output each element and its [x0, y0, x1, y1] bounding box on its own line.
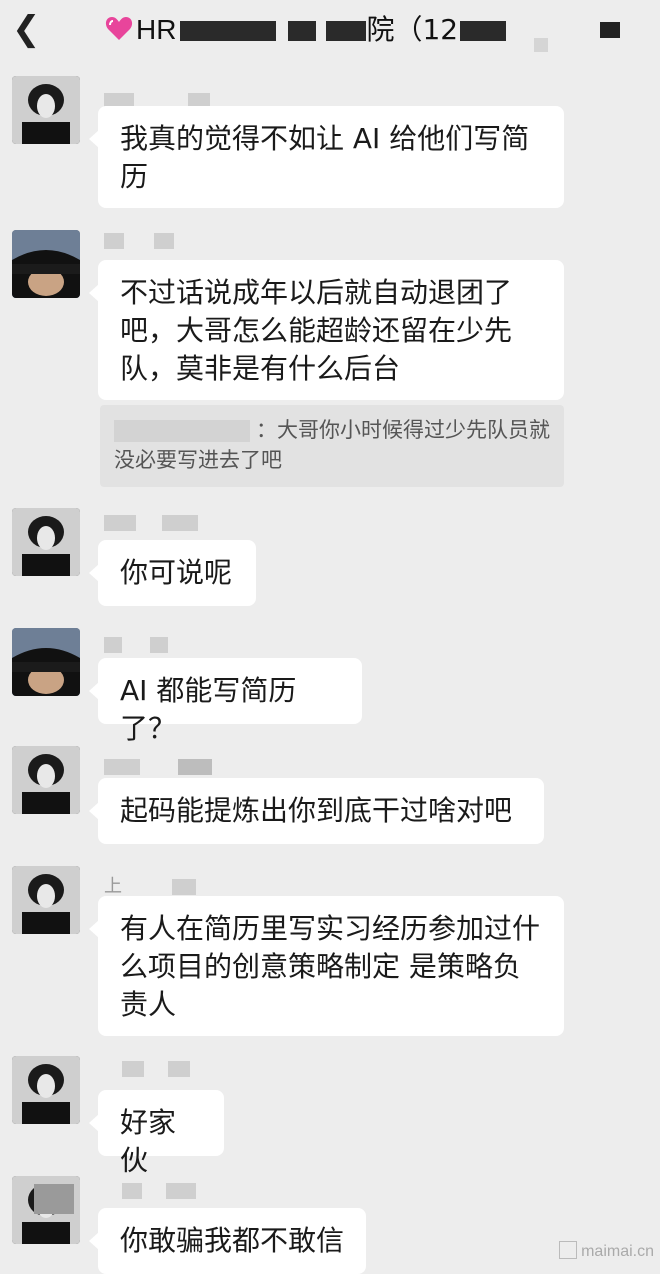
message-bubble: 你可说呢	[89, 540, 256, 606]
more-icon[interactable]	[600, 22, 620, 38]
sender-name-redacted	[104, 1180, 210, 1199]
sender-name-redacted: 上	[104, 872, 210, 897]
redacted-block	[460, 21, 507, 41]
sender-name-redacted	[104, 1058, 204, 1077]
redacted-block	[288, 21, 317, 41]
chat-title: HR 院（12	[104, 10, 507, 50]
message-bubble: 好家伙	[89, 1090, 224, 1177]
heart-icon	[104, 13, 134, 43]
message-bubble: 起码能提炼出你到底干过啥对吧	[89, 778, 544, 844]
nick-partial-char: 上	[104, 876, 122, 897]
maimai-logo-icon	[559, 1241, 578, 1259]
quoted-message[interactable]: ：大哥你小时候得过少先队员就没必要写进去了吧	[100, 405, 564, 487]
message-bubble: 有人在简历里写实习经历参加过什么项目的创意策略制定 是策略负责人	[89, 896, 564, 1036]
avatar[interactable]	[12, 230, 80, 298]
redacted-block	[180, 21, 277, 41]
avatar[interactable]	[12, 628, 80, 696]
avatar[interactable]	[12, 508, 80, 576]
watermark: maimai.cn	[559, 1241, 654, 1261]
title-prefix: HR	[136, 14, 177, 45]
chevron-left-icon[interactable]: ❮	[12, 8, 42, 50]
chat-header: ❮ HR 院（12	[0, 0, 660, 62]
watermark-text: maimai.cn	[581, 1243, 654, 1260]
sender-name-redacted	[104, 512, 212, 531]
message-bubble: 我真的觉得不如让 AI 给他们写简历	[89, 106, 564, 208]
avatar[interactable]	[12, 76, 80, 144]
sender-name-redacted	[104, 756, 226, 775]
title-partial-char: 院	[366, 13, 395, 46]
sender-name-redacted	[104, 634, 182, 653]
redacted-block	[326, 21, 367, 41]
message-bubble: 你敢骗我都不敢信	[89, 1208, 366, 1274]
message-bubble: AI 都能写简历了？	[89, 658, 362, 745]
redacted-block	[534, 38, 548, 52]
avatar[interactable]	[12, 1176, 80, 1244]
sender-name-redacted	[104, 230, 188, 249]
title-count: （12	[394, 13, 459, 46]
avatar[interactable]	[12, 1056, 80, 1124]
message-bubble: 不过话说成年以后就自动退团了吧，大哥怎么能超龄还留在少先队，莫非是有什么后台	[89, 260, 564, 400]
avatar[interactable]	[12, 746, 80, 814]
avatar[interactable]	[12, 866, 80, 934]
redacted-block	[114, 420, 250, 442]
